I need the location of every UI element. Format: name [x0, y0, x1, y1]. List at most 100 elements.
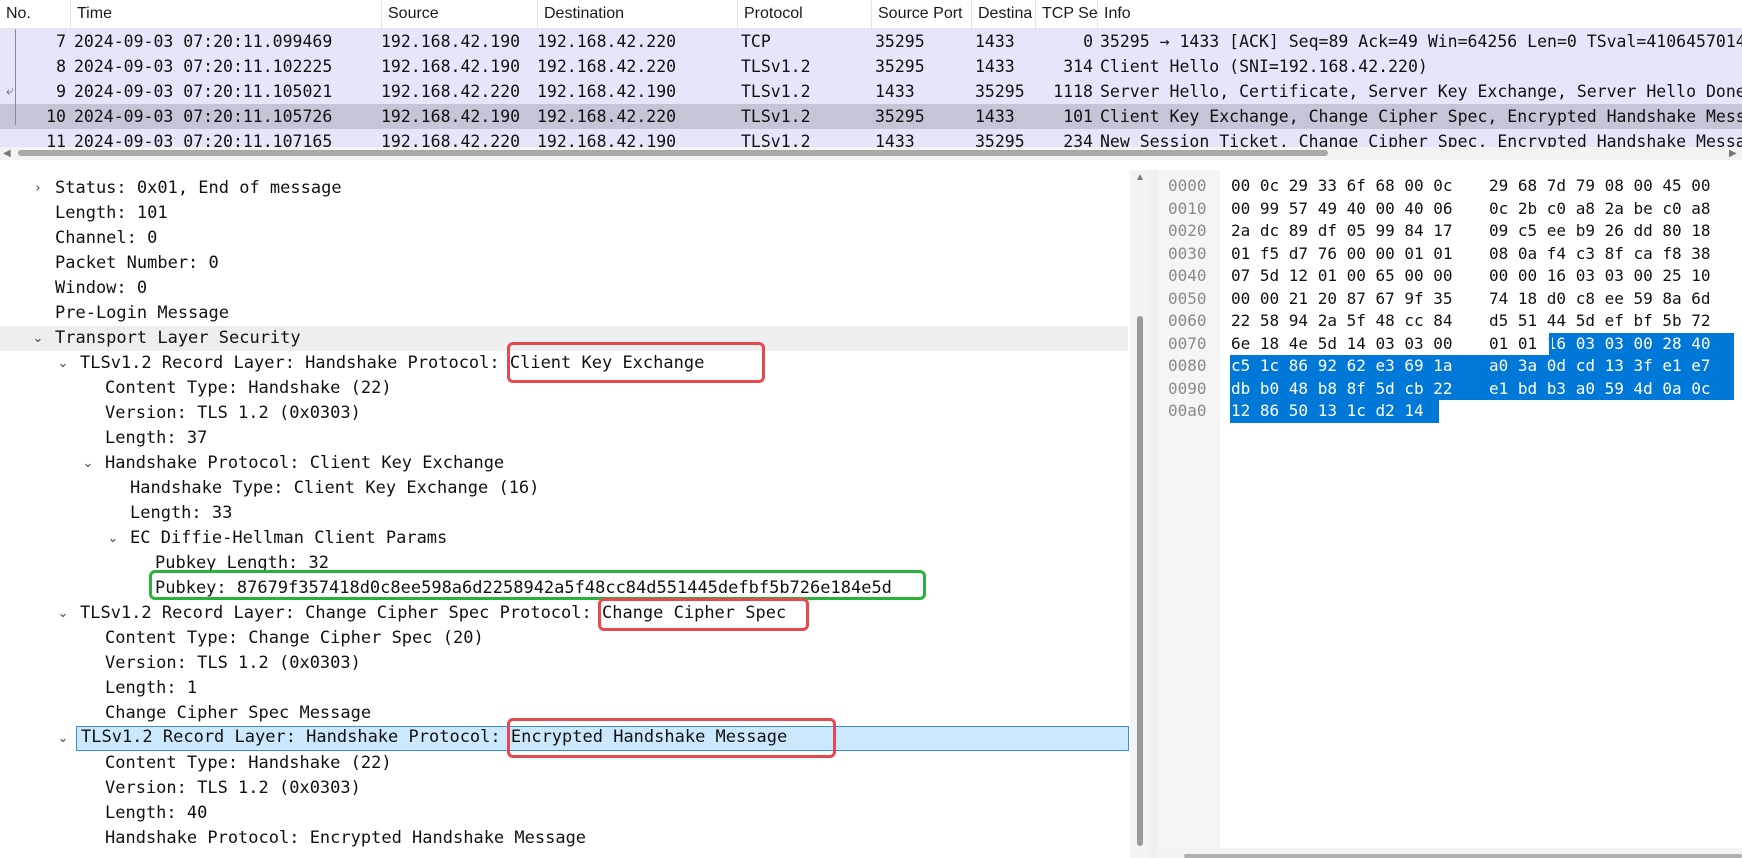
tree-row[interactable]: Length: 37 [0, 426, 1130, 451]
hex-bytes-selected[interactable]: db b0 48 b8 8f 5d cb 22 [1231, 378, 1453, 401]
collapse-chevron-icon[interactable]: ⌄ [55, 601, 71, 626]
tree-row-label: EC Diffie-Hellman Client Params [130, 528, 448, 548]
column-header-destination[interactable]: Destination [537, 0, 737, 28]
column-header-info[interactable]: Info [1097, 0, 1742, 28]
tree-row-label: Content Type: Change Cipher Spec (20) [105, 628, 484, 648]
tree-row[interactable]: Version: TLS 1.2 (0x0303) [0, 401, 1130, 426]
pane-splitter[interactable] [1148, 170, 1158, 858]
collapse-chevron-icon[interactable]: ⌄ [105, 526, 121, 551]
packet-no: 10 [46, 107, 66, 126]
hex-bytes[interactable]: 09 c5 ee b9 26 dd 80 18 [1489, 220, 1711, 243]
hex-bytes-selected[interactable]: 12 86 50 13 1c d2 14 [1231, 400, 1424, 423]
packet-list-pane: No. Time Source Destination Protocol Sou… [0, 0, 1742, 160]
hex-bytes[interactable]: 22 58 94 2a 5f 48 cc 84 [1231, 310, 1453, 333]
hex-bytes[interactable]: 74 18 d0 c8 ee 59 8a 6d [1489, 288, 1711, 311]
packet-time: 2024-09-03 07:20:11.099469 [74, 32, 333, 51]
packet-info: Client Hello (SNI=192.168.42.220) [1100, 57, 1428, 76]
packet-destination-port: 1433 [975, 107, 1015, 126]
hex-bytes[interactable]: 08 0a f4 c3 8f ca f8 38 [1489, 243, 1711, 266]
column-header-tcp-segment[interactable]: TCP Se [1035, 0, 1097, 28]
tree-row-label: Status: 0x01, End of message [55, 178, 342, 198]
bytes-scroll-thumb[interactable] [1184, 854, 1742, 858]
tree-row[interactable]: Length: 33 [0, 501, 1130, 526]
tree-row[interactable]: Length: 101 [0, 201, 1130, 226]
packet-tcp-segment: 0 [1083, 32, 1093, 51]
packet-info: 35295 → 1433 [ACK] Seq=89 Ack=49 Win=642… [1100, 32, 1742, 51]
column-header-destination-port[interactable]: Destina [971, 0, 1035, 28]
byte-offset: 0020 [1168, 221, 1207, 240]
collapse-chevron-icon[interactable]: ⌄ [55, 726, 71, 751]
packet-destination: 192.168.42.220 [537, 107, 677, 126]
collapse-chevron-icon[interactable]: ⌄ [80, 451, 96, 476]
hex-bytes[interactable]: d5 51 44 5d ef bf 5b 72 [1489, 310, 1711, 333]
hex-bytes[interactable]: 07 5d 12 01 00 65 00 00 [1231, 265, 1453, 288]
packet-source-port: 35295 [875, 32, 925, 51]
hex-bytes-selected[interactable]: c5 1c 86 92 62 e3 69 1a [1231, 355, 1453, 378]
packet-destination: 192.168.42.220 [537, 57, 677, 76]
hex-bytes[interactable]: 00 00 21 20 87 67 9f 35 [1231, 288, 1453, 311]
byte-offset: 0050 [1168, 288, 1207, 308]
packet-details-pane: › Status: 0x01, End of message Length: 1… [0, 170, 1148, 858]
collapse-chevron-icon[interactable]: ⌄ [30, 326, 46, 351]
packet-list-scroll-thumb[interactable] [18, 150, 1328, 156]
tree-row[interactable]: Length: 1 [0, 676, 1130, 701]
column-header-source-port[interactable]: Source Port [871, 0, 971, 28]
hex-bytes-selected[interactable]: a0 3a 0d cd 13 3f e1 e7 [1489, 355, 1711, 378]
packet-source: 192.168.42.190 [381, 57, 521, 76]
tree-row[interactable]: Packet Number: 0 [0, 251, 1130, 276]
hex-bytes-selected[interactable]: e1 bd b3 a0 59 4d 0a 0c [1489, 378, 1711, 401]
hex-bytes[interactable]: 00 0c 29 33 6f 68 00 0c [1231, 175, 1453, 198]
details-scroll-thumb[interactable] [1137, 316, 1143, 846]
tree-row[interactable]: Pre-Login Message [0, 301, 1130, 326]
packet-time: 2024-09-03 07:20:11.105726 [74, 107, 333, 126]
tree-row[interactable]: ⌄ Handshake Protocol: Client Key Exchang… [0, 451, 1130, 476]
tree-row[interactable]: Length: 40 [0, 801, 1130, 826]
tree-row-toggle-cell[interactable]: ⌄ [0, 726, 76, 751]
packet-destination-port: 35295 [975, 82, 1025, 101]
tree-row[interactable]: ⌄ EC Diffie-Hellman Client Params [0, 526, 1130, 551]
tree-row-record-change-cipher-spec[interactable]: ⌄ TLSv1.2 Record Layer: Change Cipher Sp… [0, 601, 1130, 626]
expand-chevron-icon[interactable]: › [30, 176, 46, 201]
tree-row[interactable]: › Status: 0x01, End of message [0, 176, 1130, 201]
column-header-no[interactable]: No. [0, 0, 70, 28]
column-header-source[interactable]: Source [381, 0, 537, 28]
column-header-time[interactable]: Time [70, 0, 381, 28]
hex-bytes[interactable]: 00 00 16 03 03 00 25 10 [1489, 265, 1711, 288]
packet-row[interactable]: 8 2024-09-03 07:20:11.102225 192.168.42.… [0, 54, 1742, 79]
scroll-left-arrow-icon[interactable]: ◀ [3, 148, 11, 159]
tree-row-label: Packet Number: 0 [55, 253, 219, 273]
tree-row[interactable]: Version: TLS 1.2 (0x0303) [0, 651, 1130, 676]
tree-row[interactable]: Handshake Type: Client Key Exchange (16) [0, 476, 1130, 501]
hex-bytes[interactable]: 00 99 57 49 40 00 40 06 [1231, 198, 1453, 221]
tree-row[interactable]: Window: 0 [0, 276, 1130, 301]
collapse-chevron-icon[interactable]: ⌄ [55, 351, 71, 376]
packet-row[interactable]: 11 2024-09-03 07:20:11.107165 192.168.42… [0, 129, 1742, 151]
packet-row[interactable]: 9 2024-09-03 07:20:11.105021 192.168.42.… [0, 79, 1742, 104]
packet-protocol: TLSv1.2 [741, 107, 811, 126]
highlight-box-pubkey [149, 570, 926, 600]
column-header-protocol[interactable]: Protocol [737, 0, 871, 28]
packet-no: 8 [56, 57, 66, 76]
tree-row-label: Length: 101 [55, 203, 168, 223]
packet-destination-port: 1433 [975, 32, 1015, 51]
tree-row[interactable]: Content Type: Change Cipher Spec (20) [0, 626, 1130, 651]
packet-row[interactable]: 7 2024-09-03 07:20:11.099469 192.168.42.… [0, 29, 1742, 54]
packet-row-selected[interactable]: 10 2024-09-03 07:20:11.105726 192.168.42… [0, 104, 1742, 129]
tree-row[interactable]: Channel: 0 [0, 226, 1130, 251]
tree-row-label: Length: 40 [105, 803, 208, 823]
hex-bytes[interactable]: 2a dc 89 df 05 99 84 17 [1231, 220, 1453, 243]
packet-source: 192.168.42.190 [381, 32, 521, 51]
hex-bytes[interactable]: 01 f5 d7 76 00 00 01 01 [1231, 243, 1453, 266]
hex-bytes[interactable]: 0c 2b c0 a8 2a be c0 a8 [1489, 198, 1711, 221]
scroll-up-arrow-icon[interactable]: ▲ [1135, 172, 1145, 183]
hex-bytes[interactable]: 29 68 7d 79 08 00 45 00 [1489, 175, 1711, 198]
hex-bytes[interactable]: 6e 18 4e 5d 14 03 03 00 [1231, 333, 1453, 356]
packet-time: 2024-09-03 07:20:11.105021 [74, 82, 333, 101]
scroll-right-arrow-icon[interactable]: ▶ [1729, 148, 1737, 159]
tree-row[interactable]: Version: TLS 1.2 (0x0303) [0, 776, 1130, 801]
packet-source-port: 1433 [875, 82, 915, 101]
column-header-row: No. Time Source Destination Protocol Sou… [0, 0, 1742, 29]
tree-row-label: Transport Layer Security [55, 328, 301, 348]
tree-row[interactable]: Handshake Protocol: Encrypted Handshake … [0, 826, 1130, 851]
tree-row-label: Length: 37 [105, 428, 208, 448]
